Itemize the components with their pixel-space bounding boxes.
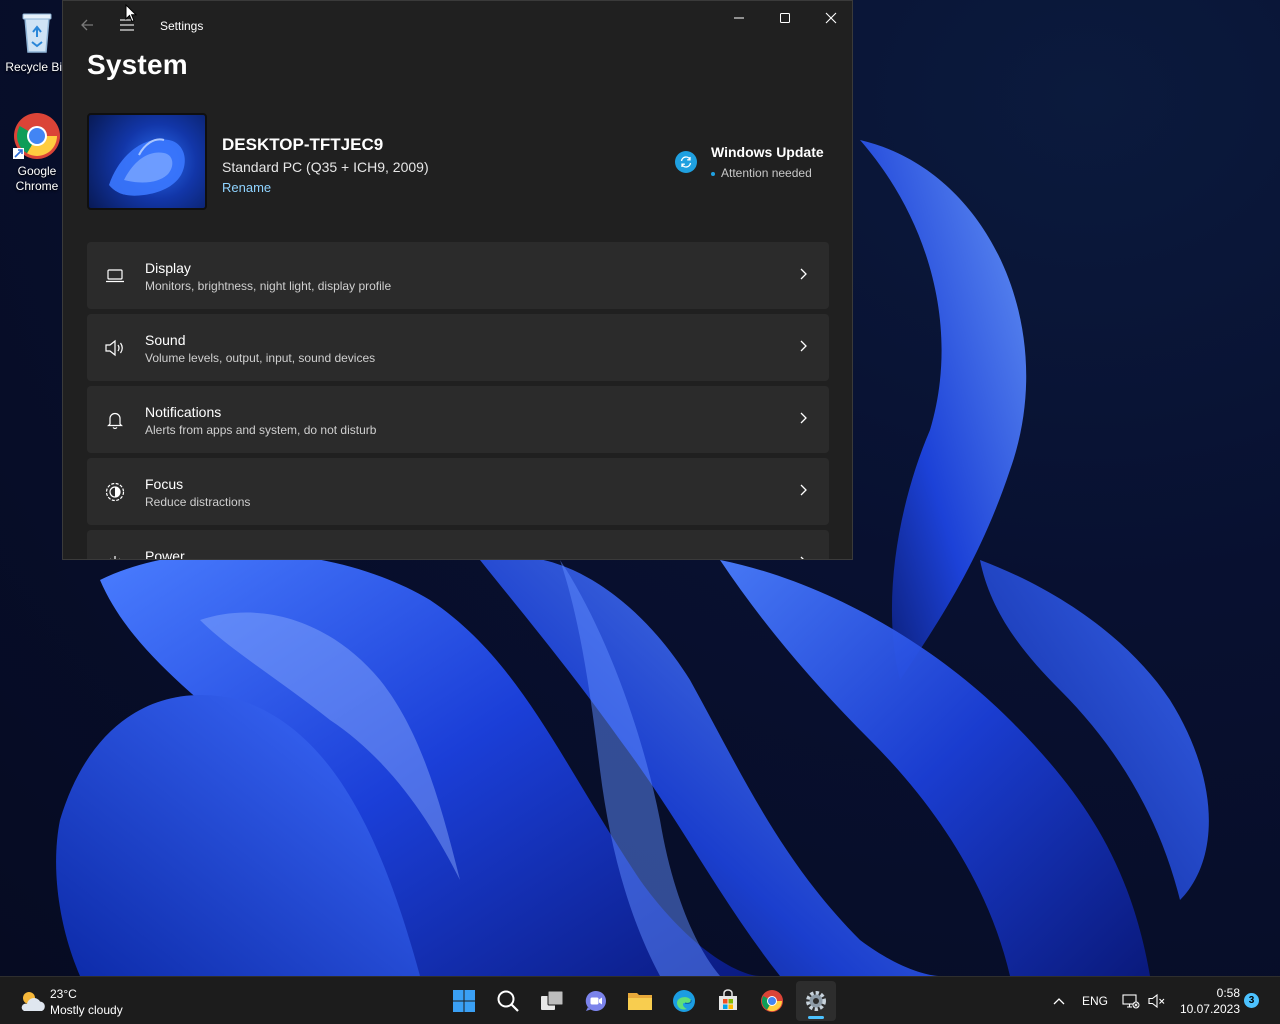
maximize-button[interactable] [762,1,808,35]
chevron-right-icon [800,484,807,496]
windows-logo-icon [453,990,475,1012]
weather-description: Mostly cloudy [50,1003,123,1017]
partly-cloudy-icon [21,992,45,1011]
sync-icon [680,156,692,168]
settings-item-title: Display [145,260,191,276]
settings-item-title: Sound [145,332,186,348]
status-dot-icon [711,171,715,176]
taskbar: 23°C Mostly cloudy ENG 0:58 10.07.2023 3 [0,976,1280,1024]
file-explorer-button[interactable] [620,981,660,1021]
network-disconnected-icon [1122,994,1140,1009]
search-button[interactable] [488,981,528,1021]
chevron-right-icon [800,556,804,559]
mouse-cursor-icon [125,4,137,23]
volume-muted-icon [1148,993,1165,1009]
chevron-right-icon [800,412,807,424]
recycle-bin-icon [13,8,61,56]
task-view-icon [541,990,564,1010]
windows-update-icon[interactable] [675,151,697,173]
window-title: Settings [160,19,204,33]
chevron-right-icon [800,340,807,352]
clock-time: 0:58 [1216,986,1240,1000]
edge-icon [673,990,695,1012]
close-icon [825,12,837,24]
windows-update-title[interactable]: Windows Update [711,144,824,160]
settings-item-subtitle: Monitors, brightness, night light, displ… [145,279,392,293]
input-language-button[interactable]: ENG [1082,977,1108,1024]
settings-item-subtitle: Volume levels, output, input, sound devi… [145,351,376,365]
chat-icon [585,990,606,1011]
power-icon [103,552,127,559]
settings-item-notifications[interactable]: Notifications Alerts from apps and syste… [87,386,829,453]
rename-link[interactable]: Rename [222,180,271,195]
settings-item-title: Focus [145,476,184,492]
folder-icon [628,993,652,1010]
chevron-up-icon [1053,998,1065,1005]
show-hidden-icons-button[interactable] [1052,977,1066,1024]
teams-chat-button[interactable] [576,981,616,1021]
device-model: Standard PC (Q35 + ICH9, 2009) [222,159,429,175]
chrome-icon [761,990,783,1012]
bell-icon [103,408,127,432]
settings-item-title: Power [145,548,185,560]
back-button[interactable] [73,11,101,39]
close-button[interactable] [808,1,852,35]
chevron-right-icon [800,268,807,280]
windows-update-status-text: Attention needed [721,166,812,180]
settings-item-subtitle: Alerts from apps and system, do not dist… [145,423,377,437]
settings-item-subtitle: Reduce distractions [145,495,251,509]
clock-date: 10.07.2023 [1179,1002,1240,1016]
chrome-icon [13,112,61,160]
windows-update-status: Attention needed [711,166,812,180]
maximize-icon [780,13,790,23]
settings-item-focus[interactable]: Focus Reduce distractions [87,458,829,525]
settings-item-sound[interactable]: Sound Volume levels, output, input, soun… [87,314,829,381]
search-icon [497,990,519,1012]
minimize-icon [734,17,744,19]
volume-button[interactable] [1148,977,1166,1024]
laptop-icon [103,264,127,288]
chrome-button[interactable] [752,981,792,1021]
page-title: System [87,49,188,80]
store-icon [719,989,737,1010]
minimize-button[interactable] [716,1,762,35]
start-button[interactable] [444,981,484,1021]
settings-item-display[interactable]: Display Monitors, brightness, night ligh… [87,242,829,309]
gear-icon [806,991,826,1011]
device-thumbnail [87,113,207,210]
task-view-button[interactable] [532,981,572,1021]
title-bar[interactable]: Settings [63,1,852,49]
focus-icon [103,480,127,504]
settings-item-power[interactable]: Power [87,530,829,560]
network-status-button[interactable] [1122,977,1140,1024]
device-name: DESKTOP-TFTJEC9 [222,135,384,154]
desktop-icon-label: Google Chrome [15,164,59,193]
back-arrow-icon [81,19,93,31]
active-app-indicator [808,1016,824,1019]
microsoft-store-button[interactable] [708,981,748,1021]
bloom-wallpaper-thumbnail [109,138,185,196]
clock-button[interactable]: 0:58 10.07.2023 [1170,985,1240,1017]
settings-item-title: Notifications [145,404,222,420]
weather-temperature: 23°C [50,987,77,1001]
speaker-icon [103,336,127,360]
edge-button[interactable] [664,981,704,1021]
notification-count-badge[interactable]: 3 [1244,993,1259,1008]
settings-window: Settings System DESKTOP-TFTJEC9 Standard… [62,0,853,560]
settings-taskbar-button[interactable] [796,981,836,1021]
